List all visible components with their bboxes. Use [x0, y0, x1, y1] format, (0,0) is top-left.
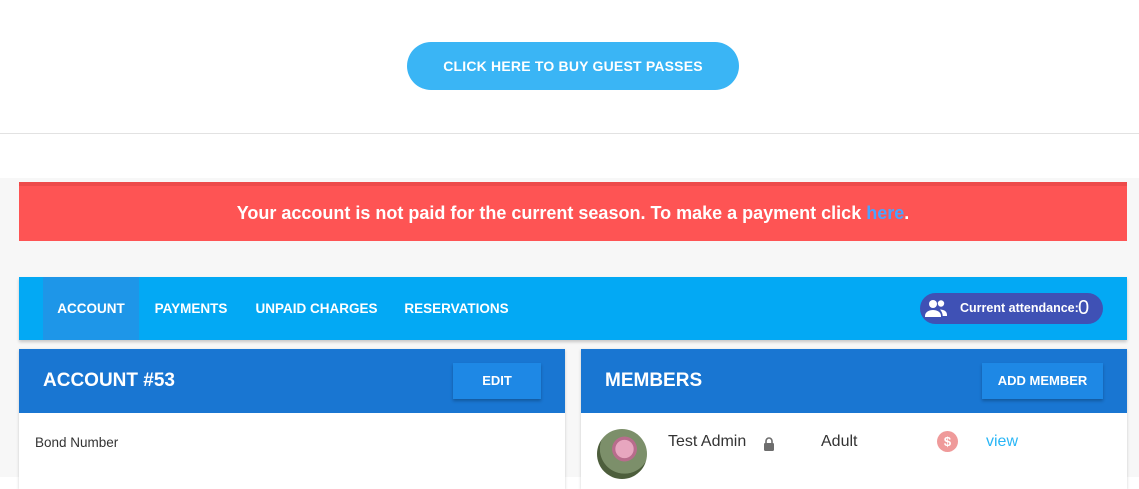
edit-button[interactable]: EDIT [453, 363, 541, 399]
top-area: CLICK HERE TO BUY GUEST PASSES [0, 0, 1139, 134]
member-type: Adult [821, 433, 858, 450]
alert-suffix: . [904, 203, 910, 223]
account-card: ACCOUNT #53 EDIT Bond Number [19, 349, 565, 489]
payment-link[interactable]: here [866, 203, 904, 223]
lock-icon [764, 437, 774, 451]
view-member-link[interactable]: view [986, 433, 1018, 451]
account-card-header: ACCOUNT #53 EDIT [19, 349, 565, 413]
account-title: ACCOUNT #53 [43, 370, 175, 391]
alert-message: Your account is not paid for the current… [236, 203, 867, 223]
buy-guest-passes-button[interactable]: CLICK HERE TO BUY GUEST PASSES [407, 42, 739, 90]
attendance-label: Current attendance: [960, 301, 1079, 315]
members-card-header: MEMBERS ADD MEMBER [581, 349, 1127, 413]
account-nav-bar: ACCOUNT PAYMENTS UNPAID CHARGES RESERVAT… [19, 277, 1127, 340]
tab-reservations[interactable]: RESERVATIONS [390, 277, 523, 340]
add-member-button[interactable]: ADD MEMBER [982, 363, 1103, 399]
tab-account[interactable]: ACCOUNT [43, 277, 139, 340]
member-name: Test Admin [668, 433, 747, 450]
dollar-icon: $ [937, 431, 958, 452]
unpaid-alert-banner: Your account is not paid for the current… [19, 182, 1127, 241]
current-attendance-badge: Current attendance: 0 [920, 293, 1103, 324]
tab-payments[interactable]: PAYMENTS [139, 277, 243, 340]
members-card: MEMBERS ADD MEMBER Test Admin Adult $ vi… [581, 349, 1127, 489]
people-icon [925, 300, 947, 317]
tab-unpaid-charges[interactable]: UNPAID CHARGES [243, 277, 390, 340]
avatar [597, 429, 647, 479]
bond-number-label: Bond Number [35, 435, 119, 450]
main-content: Your account is not paid for the current… [0, 178, 1139, 489]
attendance-count: 0 [1078, 297, 1090, 319]
members-title: MEMBERS [605, 370, 703, 391]
